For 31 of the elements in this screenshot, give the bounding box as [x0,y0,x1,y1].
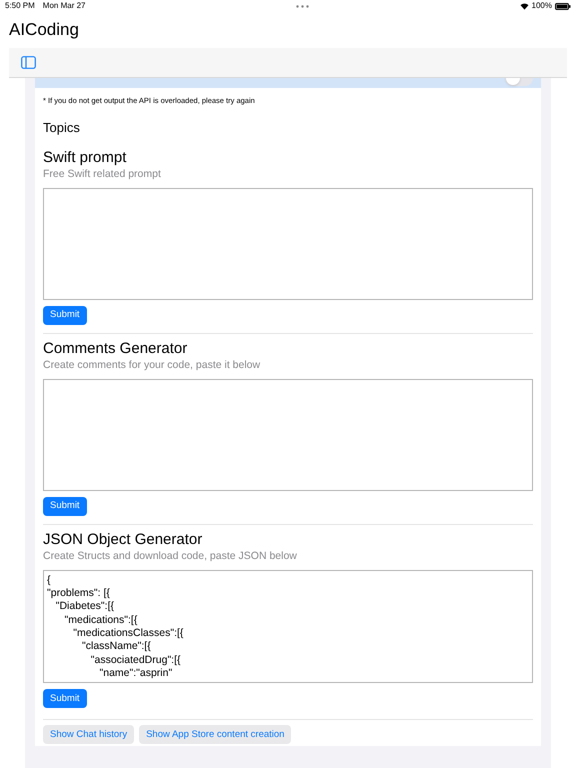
text-area[interactable] [43,188,533,300]
submit-button[interactable]: Submit [43,306,87,325]
secondary-button[interactable]: Show App Store content creation [139,725,292,744]
code-line: "medicationsClasses":[{ [72,626,184,640]
battery-icon [554,2,571,10]
status-time: 5:50 PM [5,0,35,12]
topics-heading: Topics [43,119,81,138]
code-line: "name":"asprin" [98,666,172,680]
more-dots-icon [296,4,309,8]
code-line: "associatedDrug":[{ [90,654,181,667]
secondary-button[interactable]: Show Chat history [43,725,134,744]
code-line: "medications":[{ [64,614,138,627]
battery-percent: 100% [532,0,552,12]
section-subtitle: Free Swift related prompt [43,166,162,181]
code-line: { [47,574,51,588]
submit-button[interactable]: Submit [43,496,87,516]
submit-button[interactable]: Submit [43,689,87,708]
status-date: Mon Mar 27 [42,0,86,12]
section-title: Swift prompt [43,148,128,167]
section-title: JSON Object Generator [43,530,204,549]
text-area[interactable]: { "problems": [{ "Diabetes":[{ "medications":[{ "medicationsClasses":[{ "className":[{ "associatedDrug":[{ "name":"asprin" [43,570,533,684]
text-area[interactable] [43,378,533,491]
code-line: "problems": [{ [47,587,110,600]
section-subtitle: Create Structs and download code, paste JSON below [43,548,298,563]
sidebar-toggle-icon[interactable] [21,56,36,69]
section-title: Comments Generator [43,340,188,358]
section-subtitle: Create comments for your code, paste it below [43,358,262,372]
code-line: "Diabetes":[{ [54,600,114,614]
code-line: "className":[{ [81,640,151,654]
wifi-icon [520,2,529,10]
app-title: AICoding [9,19,79,42]
